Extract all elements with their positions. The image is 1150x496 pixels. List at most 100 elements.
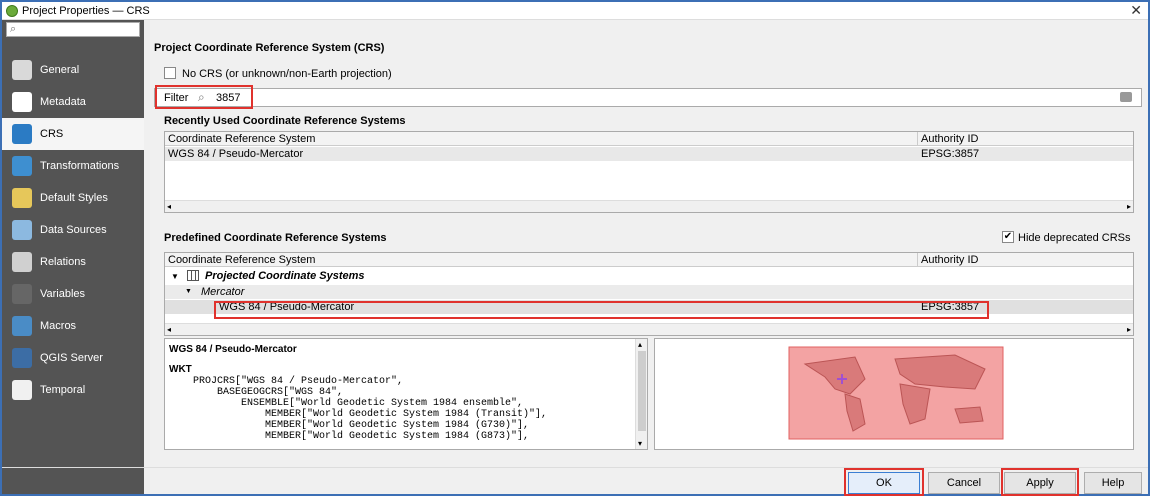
crs-extent-map (654, 338, 1134, 450)
filter-highlight (155, 85, 253, 109)
world-map-icon (788, 346, 1004, 440)
sidebar: ⌕ General Metadata CRS Transformations Defau… (2, 20, 144, 494)
hide-deprecated-checkbox[interactable]: ✔ (1002, 231, 1014, 243)
column-divider (917, 132, 918, 146)
sidebar-item-label: Data Sources (40, 224, 107, 236)
recent-crs-auth: EPSG:3857 (921, 148, 980, 160)
wkt-line: MEMBER["World Geodetic System 1984 (G730… (169, 420, 530, 431)
scroll-right-icon[interactable]: ▸ (1127, 325, 1131, 334)
window-title: Project Properties — CRS (22, 5, 150, 17)
sidebar-item-macros[interactable]: Macros (2, 310, 144, 342)
button-divider (2, 467, 1148, 468)
title-bar: Project Properties — CRS ✕ (2, 2, 1148, 20)
sidebar-item-label: Metadata (40, 96, 86, 108)
scroll-thumb[interactable] (638, 351, 646, 431)
tree-group-label: Projected Coordinate Systems (205, 270, 365, 282)
wkt-line: BASEGEOGCRS["WGS 84", (169, 387, 344, 398)
sidebar-item-label: Default Styles (40, 192, 108, 204)
sidebar-item-label: CRS (40, 128, 64, 140)
sidebar-item-label: QGIS Server (40, 352, 103, 364)
tree-group-row[interactable]: ▼ Projected Coordinate Systems (165, 269, 1133, 283)
wkt-line: MEMBER["World Geodetic System 1984 (Tran… (169, 409, 548, 420)
document-icon (12, 92, 32, 112)
sidebar-item-transformations[interactable]: Transformations (2, 150, 144, 182)
sidebar-item-crs[interactable]: CRS (2, 118, 144, 150)
globe-icon (12, 124, 32, 144)
scroll-left-icon[interactable]: ◂ (167, 325, 171, 334)
project-properties-window: Project Properties — CRS ✕ ⌕ General Meta… (0, 0, 1150, 496)
sidebar-item-variables[interactable]: Variables (2, 278, 144, 310)
sidebar-item-label: Relations (40, 256, 86, 268)
crs-details-panel: WGS 84 / Pseudo-Mercator WKT PROJCRS["WG… (164, 338, 648, 450)
recent-crs-table: Coordinate Reference System Authority ID… (164, 131, 1134, 213)
scroll-left-icon[interactable]: ◂ (167, 202, 171, 211)
predefined-table-hscrollbar[interactable]: ◂ ▸ (165, 323, 1133, 335)
apply-highlight (1001, 468, 1079, 496)
sidebar-item-label: Temporal (40, 384, 86, 396)
recent-crs-name: WGS 84 / Pseudo-Mercator (168, 148, 304, 160)
epsilon-icon (12, 284, 32, 304)
tree-subgroup-label: Mercator (201, 286, 245, 298)
cancel-button[interactable]: Cancel (928, 472, 1000, 494)
clock-icon (12, 380, 32, 400)
qgis-logo-icon (6, 5, 18, 17)
scroll-right-icon[interactable]: ▸ (1127, 202, 1131, 211)
sidebar-item-qgis-server[interactable]: QGIS Server (2, 342, 144, 374)
grid-icon (187, 270, 199, 281)
recent-table-header: Coordinate Reference System Authority ID (165, 132, 1133, 146)
wkt-line: ENSEMBLE["World Geodetic System 1984 ens… (169, 398, 524, 409)
expand-icon[interactable]: ▼ (171, 272, 179, 281)
no-crs-checkbox[interactable] (164, 67, 176, 79)
selected-crs-highlight (214, 301, 989, 319)
server-icon (12, 348, 32, 368)
wkt-label: WKT (169, 364, 192, 375)
globe-transform-icon (12, 156, 32, 176)
details-vscrollbar[interactable]: ▴ ▾ (635, 339, 647, 449)
scroll-down-icon[interactable]: ▾ (638, 439, 642, 448)
sidebar-item-default-styles[interactable]: Default Styles (2, 182, 144, 214)
sidebar-item-relations[interactable]: Relations (2, 246, 144, 278)
sidebar-item-label: Transformations (40, 160, 120, 172)
database-icon (12, 220, 32, 240)
tree-subgroup-row[interactable]: ▼ Mercator (165, 285, 1133, 299)
ok-highlight (844, 468, 924, 496)
no-crs-label: No CRS (or unknown/non-Earth projection) (182, 68, 392, 80)
sidebar-item-label: Macros (40, 320, 77, 332)
wkt-line: PROJCRS["WGS 84 / Pseudo-Mercator", (169, 376, 404, 387)
wkt-line: MEMBER["World Geodetic System 1984 (G873… (169, 431, 530, 442)
column-crs[interactable]: Coordinate Reference System (168, 133, 315, 145)
column-authority[interactable]: Authority ID (921, 133, 978, 145)
relations-icon (12, 252, 32, 272)
details-title: WGS 84 / Pseudo-Mercator (169, 344, 297, 355)
sidebar-item-metadata[interactable]: Metadata (2, 86, 144, 118)
expand-icon[interactable]: ▼ (185, 288, 192, 295)
search-icon: ⌕ (10, 23, 17, 35)
sidebar-item-data-sources[interactable]: Data Sources (2, 214, 144, 246)
crs-section-title: Project Coordinate Reference System (CRS… (154, 42, 385, 54)
sidebar-item-general[interactable]: General (2, 54, 144, 86)
wrench-icon (12, 60, 32, 80)
crs-panel: Project Coordinate Reference System (CRS… (152, 20, 1146, 460)
column-divider (917, 253, 918, 267)
table-row[interactable]: WGS 84 / Pseudo-Mercator EPSG:3857 (165, 147, 1133, 161)
predefined-table-header: Coordinate Reference System Authority ID (165, 253, 1133, 267)
close-icon[interactable]: ✕ (1130, 2, 1142, 19)
clear-filter-icon[interactable] (1120, 92, 1132, 102)
sidebar-item-label: General (40, 64, 80, 76)
hide-deprecated-label: Hide deprecated CRSs (1018, 232, 1131, 244)
recent-crs-title: Recently Used Coordinate Reference Syste… (164, 115, 406, 127)
sidebar-search-input[interactable]: ⌕ (6, 22, 140, 37)
column-authority[interactable]: Authority ID (921, 254, 978, 266)
recent-table-hscrollbar[interactable]: ◂ ▸ (165, 200, 1133, 212)
predefined-crs-tree: Coordinate Reference System Authority ID… (164, 252, 1134, 336)
sidebar-item-temporal[interactable]: Temporal (2, 374, 144, 406)
brush-icon (12, 188, 32, 208)
gears-icon (12, 316, 32, 336)
filter-bar (154, 88, 1142, 107)
column-crs[interactable]: Coordinate Reference System (168, 254, 315, 266)
help-button[interactable]: Help (1084, 472, 1142, 494)
wkt-text: PROJCRS["WGS 84 / Pseudo-Mercator", BASE… (169, 376, 547, 442)
predefined-crs-title: Predefined Coordinate Reference Systems (164, 232, 387, 244)
sidebar-item-label: Variables (40, 288, 86, 300)
scroll-up-icon[interactable]: ▴ (638, 340, 642, 349)
